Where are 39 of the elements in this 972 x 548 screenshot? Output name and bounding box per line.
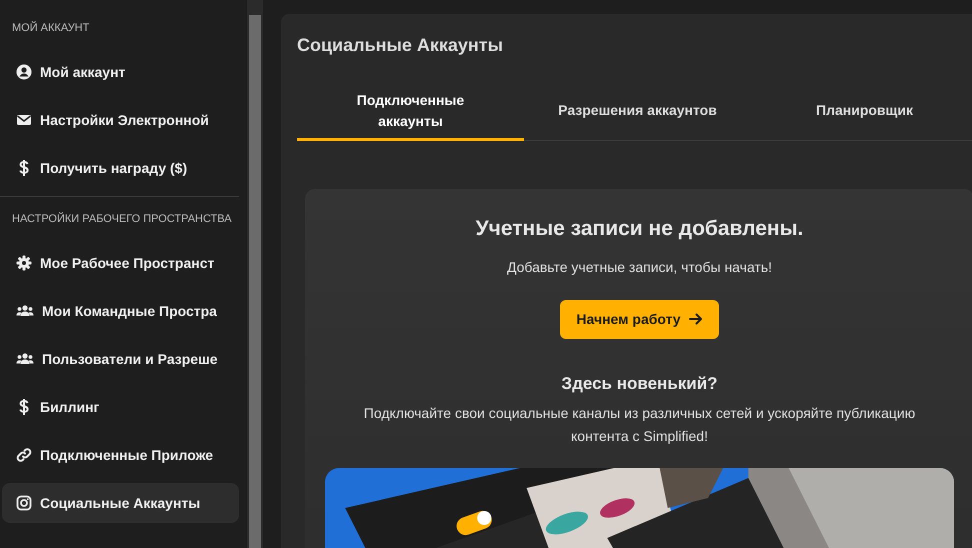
empty-state-heading: Учетные записи не добавлены. [474, 216, 804, 242]
sidebar-item[interactable]: Мой аккаунт [2, 52, 239, 92]
tab[interactable]: Подключенные аккаунты [297, 83, 524, 141]
people-icon [16, 304, 34, 318]
sidebar-item-label: Настройки Электронной [40, 110, 209, 130]
sidebar-item-label: Мои Командные Простра [42, 302, 217, 321]
user-icon [16, 64, 32, 80]
tab[interactable]: Разрешения аккаунтов [524, 83, 751, 141]
sidebar-item-label: Пользователи и Разреше [42, 350, 218, 369]
instagram-icon [16, 495, 32, 511]
page-title: Социальные Аккаунты [297, 34, 504, 57]
section-heading: МОЙ АККАУНТ [11, 20, 90, 36]
sidebar-item[interactable]: Мое Рабочее Пространст [2, 243, 239, 283]
sidebar-item[interactable]: Пользователи и Разреше [2, 339, 239, 379]
section-heading: НАСТРОЙКИ РАБОЧЕГО ПРОСТРАНСТВА [11, 211, 233, 227]
intro-text: Подключайте свои социальные каналы из различных сетей и ускоряйте публикацию контента с Simplified! [362, 404, 916, 446]
empty-state-text: Добавьте учетные записи, чтобы начать! [506, 258, 772, 277]
people-icon [16, 352, 34, 366]
sidebar-item-label: Получить награду ($) [40, 158, 188, 178]
intro-heading: Здесь новенький? [560, 372, 719, 394]
get-started-button[interactable]: Начнем работу [560, 300, 719, 338]
scrollbar[interactable] [247, 0, 263, 548]
sidebar-item[interactable]: Настройки Электронной [2, 100, 239, 140]
envelope-icon [16, 113, 32, 127]
gear-icon [16, 255, 32, 271]
sidebar-item[interactable]: Мои Командные Простра [2, 291, 239, 331]
sidebar-item[interactable]: Биллинг [2, 387, 239, 427]
scrollbar-thumb[interactable] [249, 15, 261, 548]
sidebar-item[interactable]: Социальные Аккаунты [2, 483, 239, 523]
tab[interactable]: Планировщик [751, 83, 972, 141]
sidebar-item[interactable]: Подключенные Приложе [2, 435, 239, 475]
sidebar-item-label: Подключенные Приложе [40, 446, 214, 465]
sidebar-item-label: Мое Рабочее Пространст [40, 254, 214, 273]
sidebar-item-label: Социальные Аккаунты [40, 494, 200, 513]
arrow-right-icon [688, 313, 703, 325]
sidebar-item[interactable]: Получить награду ($) [2, 148, 239, 188]
link-icon [16, 447, 32, 463]
sidebar-item-label: Биллинг [40, 398, 100, 416]
sidebar-item-label: Мой аккаунт [40, 62, 126, 82]
